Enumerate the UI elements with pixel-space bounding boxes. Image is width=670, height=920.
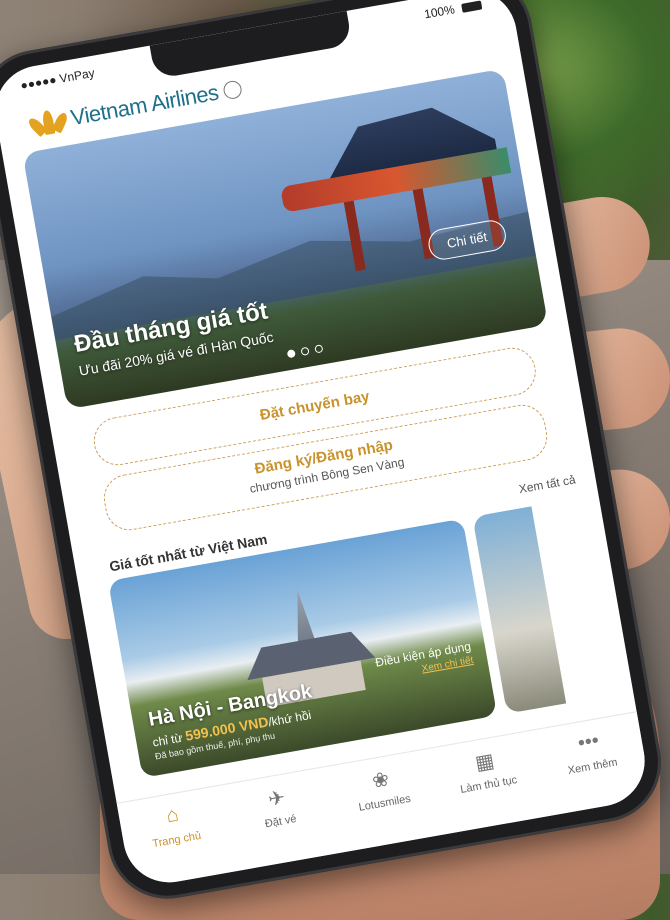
tab-label: Xem thêm bbox=[566, 756, 619, 777]
see-all-link[interactable]: Xem tất cả bbox=[518, 472, 577, 496]
skyteam-icon bbox=[222, 79, 244, 101]
tab-checkin[interactable]: ▦ Làm thủ tục bbox=[441, 742, 531, 798]
tab-label: Làm thủ tục bbox=[459, 774, 519, 796]
battery-status: 100% bbox=[423, 0, 483, 21]
tab-lotusmiles[interactable]: ❀ Lotusmiles bbox=[337, 761, 427, 817]
lotus-icon: ❀ bbox=[370, 768, 391, 793]
lotus-logo-icon bbox=[26, 108, 70, 138]
carousel-dot[interactable] bbox=[300, 346, 310, 356]
tab-label: Lotusmiles bbox=[357, 792, 412, 814]
tab-more[interactable]: ••• Xem thêm bbox=[545, 724, 635, 780]
tab-booking[interactable]: ✈ Đặt vé bbox=[233, 779, 323, 835]
carousel-dots[interactable] bbox=[286, 344, 324, 359]
deal-conditions: Điều kiện áp dụng Xem chi tiết bbox=[374, 639, 474, 682]
deal-text: Hà Nội - Bangkok chỉ từ 599.000 VND/khứ … bbox=[147, 680, 319, 761]
tab-home[interactable]: ⌂ Trang chủ bbox=[129, 797, 219, 853]
battery-label: 100% bbox=[423, 2, 456, 22]
tab-label: Đặt vé bbox=[264, 813, 298, 831]
carousel-dot[interactable] bbox=[286, 349, 296, 359]
carrier-label: ●●●●● VnPay bbox=[19, 65, 96, 93]
more-icon: ••• bbox=[576, 729, 601, 755]
checkin-icon: ▦ bbox=[473, 749, 496, 775]
carousel-dot[interactable] bbox=[314, 344, 324, 354]
home-icon: ⌂ bbox=[164, 803, 181, 828]
tab-label: Trang chủ bbox=[151, 829, 203, 851]
plane-icon: ✈ bbox=[266, 786, 287, 812]
battery-icon bbox=[461, 0, 483, 14]
